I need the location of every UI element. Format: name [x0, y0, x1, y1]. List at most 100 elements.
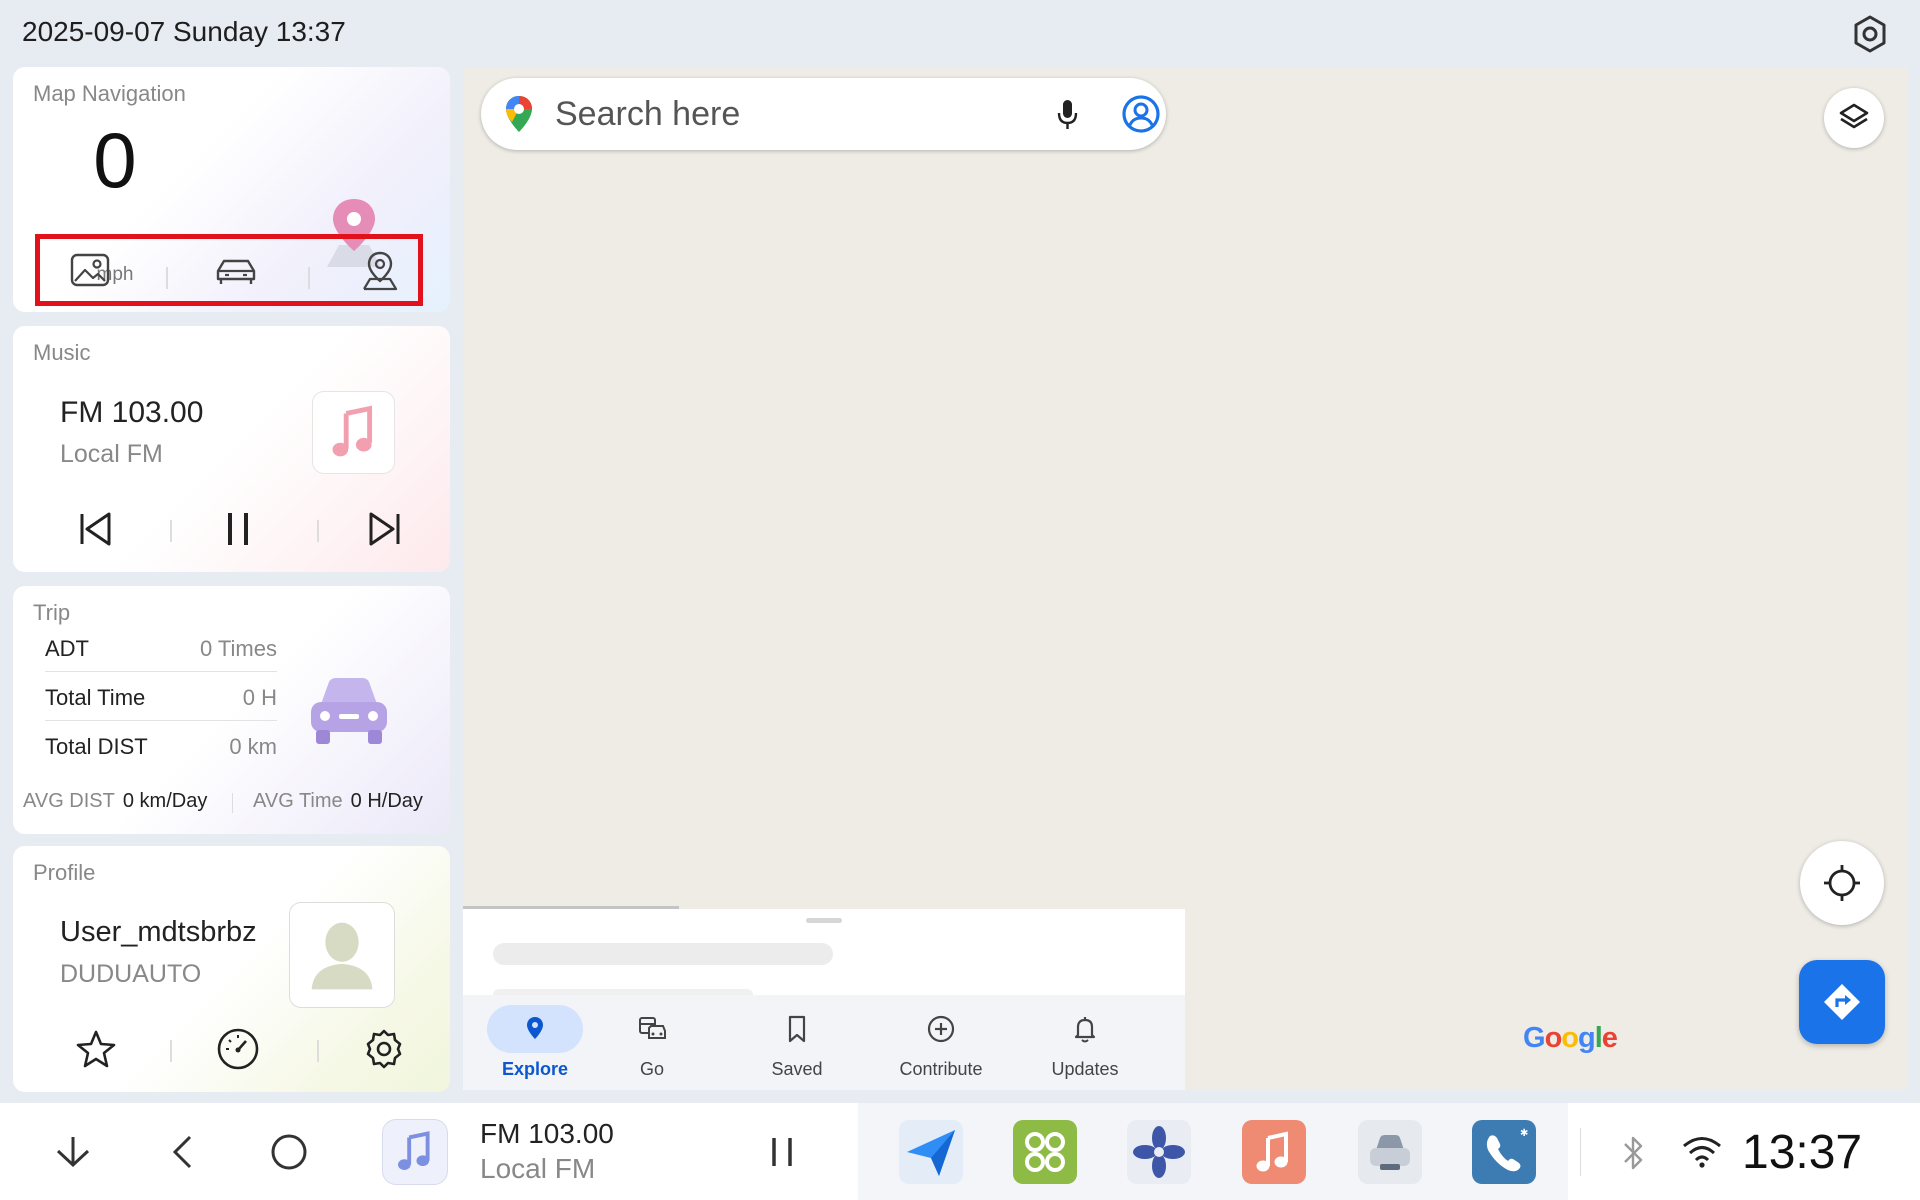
tab-label: Saved	[771, 1059, 823, 1079]
profile-username: User_mdtsbrbz	[60, 916, 257, 948]
search-bar[interactable]: Search here	[481, 78, 1166, 150]
avg-dist-value: 0 km/Day	[122, 790, 208, 812]
tab-saved[interactable]: Saved	[725, 995, 869, 1090]
explore-pin-icon	[527, 1017, 543, 1039]
music-note-icon	[312, 391, 395, 474]
tab-label: Contribute	[899, 1059, 983, 1079]
tab-updates[interactable]: Updates	[1013, 995, 1157, 1090]
my-location-button[interactable]	[1800, 841, 1884, 925]
trip-value: 0 km	[229, 734, 277, 759]
profile-org: DUDUAUTO	[60, 960, 202, 988]
navigation-actions	[35, 234, 423, 306]
pause-icon[interactable]	[211, 502, 265, 556]
dock-source: Local FM	[480, 1153, 596, 1184]
avg-dist: AVG DIST 0 km/Day	[23, 790, 207, 813]
car-app-icon[interactable]	[1358, 1120, 1422, 1184]
back-icon[interactable]	[160, 1129, 206, 1175]
maps-bottom-nav: Explore Go Saved Contribute Updates	[463, 995, 1185, 1090]
radio-source: Local FM	[60, 440, 163, 468]
app-tray: ✱	[858, 1103, 1568, 1200]
music-app-icon[interactable]	[1242, 1120, 1306, 1184]
loading-bar	[463, 906, 679, 909]
tab-label: Go	[639, 1059, 664, 1079]
card-title: Profile	[33, 860, 96, 885]
trip-row-adt: ADT 0 Times	[45, 624, 277, 672]
trip-card[interactable]: Trip ADT 0 Times Total Time 0 H Total DI…	[13, 586, 450, 834]
layers-button[interactable]	[1824, 88, 1884, 148]
avg-time-value: 0 H/Day	[350, 790, 423, 812]
map-navigation-card[interactable]: Map Navigation 0 mph	[13, 67, 450, 312]
trip-row-total-time: Total Time 0 H	[45, 673, 277, 721]
google-logo: Google	[1523, 1022, 1618, 1054]
divider	[170, 1040, 172, 1062]
car-icon	[303, 670, 395, 752]
trip-value: 0 H	[242, 685, 277, 710]
car-icon[interactable]	[208, 249, 264, 293]
speed-value: 0	[93, 116, 137, 204]
pause-icon[interactable]	[758, 1128, 806, 1176]
bottom-sheet[interactable]: Explore Go Saved Contribute Updates	[463, 906, 1185, 1090]
crosshair-icon	[1824, 865, 1860, 901]
map-view[interactable]: Search here Google Explore Go Saved Cont…	[463, 67, 1907, 1090]
location-pin-icon[interactable]	[352, 249, 408, 293]
status-bar: 2025-09-07 Sunday 13:37	[0, 0, 1920, 66]
music-note-icon[interactable]	[382, 1119, 448, 1185]
dock-station: FM 103.00	[480, 1118, 614, 1149]
avg-time: AVG Time 0 H/Day	[253, 790, 423, 813]
settings-icon[interactable]	[357, 1022, 411, 1076]
previous-icon[interactable]	[69, 502, 123, 556]
trip-value: 0 Times	[199, 636, 277, 661]
card-title: Trip	[33, 600, 71, 625]
system-dock: FM 103.00 Local FM ✱ 13:37	[0, 1103, 1920, 1200]
microphone-icon[interactable]	[1051, 98, 1083, 132]
trip-label: Total DIST	[45, 734, 148, 759]
drag-handle[interactable]	[806, 918, 842, 923]
phone-app-icon[interactable]: ✱	[1472, 1120, 1536, 1184]
divider	[170, 520, 172, 542]
bell-icon	[1074, 1017, 1096, 1043]
card-title: Map Navigation	[33, 81, 186, 106]
divider	[1580, 1128, 1581, 1176]
tab-go[interactable]: Go	[580, 995, 724, 1090]
apps-grid-icon[interactable]	[1013, 1120, 1077, 1184]
star-icon[interactable]	[69, 1022, 123, 1076]
divider	[232, 793, 233, 813]
bluetooth-icon[interactable]	[1616, 1133, 1650, 1173]
add-circle-icon	[927, 1015, 955, 1043]
wifi-icon[interactable]	[1680, 1133, 1724, 1169]
divider	[166, 267, 168, 289]
divider	[308, 267, 310, 289]
clock: 13:37	[1742, 1126, 1863, 1179]
gear-icon[interactable]	[1850, 14, 1890, 54]
google-maps-pin-icon	[503, 94, 535, 134]
search-input[interactable]: Search here	[555, 95, 740, 134]
directions-icon	[1824, 984, 1860, 1020]
navigation-app-icon[interactable]	[899, 1120, 963, 1184]
next-icon[interactable]	[357, 502, 411, 556]
tab-label: Updates	[1051, 1059, 1119, 1079]
tab-contribute[interactable]: Contribute	[869, 995, 1013, 1090]
status-datetime: 2025-09-07 Sunday 13:37	[22, 16, 346, 47]
divider	[317, 1040, 319, 1062]
fan-climate-icon[interactable]	[1127, 1120, 1191, 1184]
radio-station: FM 103.00	[60, 396, 204, 429]
avg-time-label: AVG Time	[253, 790, 343, 812]
trip-label: Total Time	[45, 685, 146, 710]
directions-button[interactable]	[1799, 960, 1885, 1044]
chevron-down-icon[interactable]	[50, 1129, 96, 1175]
speedometer-icon[interactable]	[211, 1022, 265, 1076]
avatar[interactable]	[289, 902, 395, 1008]
gallery-icon[interactable]	[62, 249, 118, 293]
trip-row-total-dist: Total DIST 0 km	[45, 722, 277, 770]
profile-card[interactable]: Profile User_mdtsbrbz DUDUAUTO	[13, 846, 450, 1092]
loading-placeholder	[493, 943, 833, 965]
trip-label: ADT	[45, 636, 89, 661]
divider	[317, 520, 319, 542]
layers-icon	[1839, 103, 1869, 129]
card-title: Music	[33, 340, 91, 365]
music-card[interactable]: Music FM 103.00 Local FM	[13, 326, 450, 572]
home-icon[interactable]	[266, 1129, 312, 1175]
account-icon[interactable]	[1121, 94, 1161, 134]
avg-dist-label: AVG DIST	[23, 790, 115, 812]
commute-icon	[639, 1017, 666, 1039]
